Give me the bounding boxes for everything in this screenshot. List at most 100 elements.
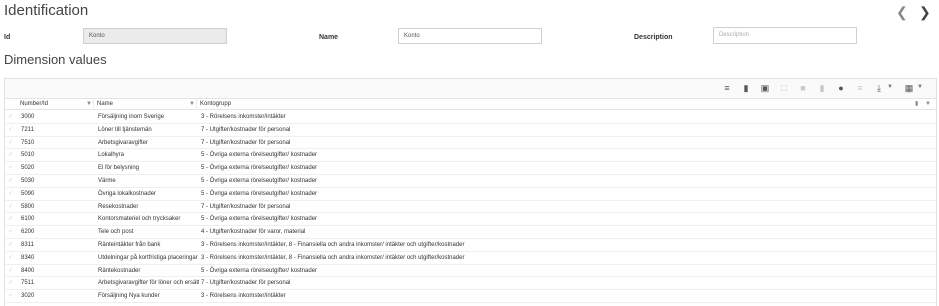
- cell-number: 6100: [21, 216, 35, 223]
- cell-number: 8311: [21, 242, 34, 248]
- cell-number: 3020: [21, 293, 35, 300]
- cell-name: Utdelningar på kortfristiga placeringar: [98, 254, 198, 261]
- column-header-kontogrupp[interactable]: Kontogrupp: [197, 99, 897, 110]
- cell-name: Värme: [98, 178, 116, 184]
- cell-name: Tele och post: [98, 229, 134, 236]
- chevron-left-icon[interactable]: ❮: [896, 4, 908, 21]
- description-label: Description: [634, 34, 673, 41]
- filter-icon[interactable]: ▼: [189, 99, 195, 110]
- grid-toolbar: ≡ ▮ ▣ □ ■ ▮ ● ≡ ⤓ ▼ ▦ ▼: [5, 79, 936, 99]
- info-icon[interactable]: ●: [836, 83, 846, 93]
- cell-number: 6200: [21, 229, 35, 236]
- cell-kontogrupp: 3 - Rörelsens inkomster/intäkter: [201, 114, 286, 120]
- row-check-icon[interactable]: ✓: [8, 124, 13, 136]
- columns-icon[interactable]: ▦: [904, 83, 914, 93]
- column-header-name[interactable]: Name: [94, 99, 197, 110]
- table-row[interactable]: ✓ 3000 Försäljning inom Sverige 3 - Rörelse…: [5, 111, 936, 124]
- table-row[interactable]: ✓ 8311 Ränteintäkter från bank 3 - Rörelsen…: [5, 239, 936, 252]
- table-row[interactable]: ✓ 5800 Resekostnader 7 - Utgifter/kostnader…: [5, 201, 936, 214]
- cell-kontogrupp: 7 - Utgifter/kostnader för personal: [201, 280, 291, 287]
- table-row[interactable]: ✓ 7510 Arbetsgivaravgifter 7 - Utgifter/kos…: [5, 137, 936, 150]
- row-check-icon[interactable]: ✓: [8, 239, 13, 251]
- cell-name: Försäljning Nya kunder: [98, 293, 160, 300]
- table-row[interactable]: ✓ 6200 Tele och post 4 - Utgifter/kostnader…: [5, 226, 936, 239]
- cell-name: Arbetsgivaravgifter för löner och ersätt…: [98, 280, 199, 287]
- cell-name: Resekostnader: [98, 203, 139, 210]
- cell-name: El för belysning: [98, 165, 140, 172]
- cell-number: 7211: [21, 126, 34, 133]
- cell-number: 7510: [21, 139, 35, 146]
- row-check-icon[interactable]: ✓: [8, 162, 13, 174]
- new-document-icon[interactable]: ▮: [741, 83, 751, 93]
- filter-icon[interactable]: ▼: [925, 99, 931, 110]
- cell-number: 5800: [21, 203, 35, 210]
- dimension-values-title: Dimension values: [4, 52, 107, 67]
- chevron-right-icon[interactable]: ❯: [919, 4, 931, 21]
- cell-number: 7511: [21, 280, 34, 287]
- cell-kontogrupp: 5 - Övriga externa rörelseutgifter/ kost…: [201, 178, 318, 184]
- row-check-icon[interactable]: ✓: [8, 265, 13, 277]
- row-check-icon[interactable]: ✓: [8, 201, 13, 213]
- row-check-icon[interactable]: ✓: [8, 175, 13, 187]
- cell-kontogrupp: 7 - Utgifter/kostnader för personal: [201, 203, 291, 210]
- columns-caret-icon[interactable]: ▼: [917, 84, 923, 90]
- id-field[interactable]: Konto: [83, 28, 227, 44]
- table-row[interactable]: ✓ 5010 Lokalhyra 5 - Övriga externa rörelse…: [5, 149, 936, 163]
- description-field[interactable]: Description: [713, 27, 857, 44]
- cell-kontogrupp: 3 - Rörelsens inkomster/intäkter, 8 - Fi…: [201, 242, 465, 248]
- row-check-icon[interactable]: ✓: [8, 213, 13, 225]
- cell-kontogrupp: 7 - Utgifter/kostnader för personal: [201, 126, 291, 133]
- cell-name: Lokalhyra: [98, 152, 125, 159]
- name-label: Name: [319, 34, 339, 41]
- select-icon[interactable]: ▣: [760, 83, 770, 93]
- table-row[interactable]: ✓ 7211 Löner till tjänstemän 7 - Utgifter/k…: [5, 124, 936, 137]
- row-check-icon[interactable]: ✓: [8, 137, 13, 149]
- cell-kontogrupp: 5 - Övriga externa rörelseutgifter/ kost…: [201, 216, 318, 223]
- cell-kontogrupp: 5 - Övriga externa rörelseutgifter/ kost…: [201, 152, 318, 159]
- table-row[interactable]: ✓ 3020 Försäljning Nya kunder 3 - Rörelsens…: [5, 290, 936, 303]
- cell-name: Övriga lokalkostnader: [98, 190, 157, 197]
- cell-kontogrupp: 4 - Utgifter/kostnader för varor, materi…: [201, 229, 306, 236]
- table-row[interactable]: ✓ 5020 El för belysning 5 - Övriga externa …: [5, 162, 936, 175]
- cell-name: Ränteintäkter från bank: [98, 242, 161, 248]
- row-check-icon[interactable]: ✓: [8, 290, 13, 302]
- id-label: Id: [4, 34, 11, 41]
- column-header-number[interactable]: Number/Id: [17, 99, 94, 110]
- cell-name: Löner till tjänstemän: [98, 126, 152, 133]
- table-row[interactable]: ✓ 7511 Arbetsgivaravgifter för löner och e…: [5, 277, 936, 291]
- export-icon[interactable]: ▮: [915, 99, 918, 110]
- table-row[interactable]: ✓ 8400 Räntekostnader 5 - Övriga externa rö…: [5, 265, 936, 278]
- row-check-icon[interactable]: ✓: [8, 252, 13, 264]
- table-row[interactable]: ✓ 5030 Värme 5 - Övriga externa rörelseutgi…: [5, 175, 936, 188]
- identification-title: Identification: [4, 2, 89, 19]
- delete-icon[interactable]: ▮: [817, 83, 827, 93]
- cell-number: 5090: [21, 190, 35, 197]
- cell-kontogrupp: 5 - Övriga externa rörelseutgifter/ kost…: [201, 190, 318, 197]
- cell-number: 8340: [21, 254, 35, 261]
- cell-kontogrupp: 3 - Rörelsens inkomster/intäkter: [201, 293, 286, 300]
- table-row[interactable]: ✓ 8340 Utdelningar på kortfristiga placeri…: [5, 252, 936, 265]
- cell-kontogrupp: 5 - Övriga externa rörelseutgifter/ kost…: [201, 267, 318, 274]
- edit-icon[interactable]: □: [779, 83, 789, 93]
- filter-icon[interactable]: ▼: [86, 99, 92, 110]
- cell-kontogrupp: 5 - Övriga externa rörelseutgifter/ kost…: [201, 165, 318, 172]
- table-row[interactable]: ✓ 6100 Kontorsmateriel och trycksaker 5 - Ö…: [5, 213, 936, 227]
- cell-number: 3000: [21, 114, 35, 120]
- download-icon[interactable]: ⤓: [874, 83, 884, 93]
- cell-number: 5010: [21, 152, 35, 159]
- cell-name: Kontorsmateriel och trycksaker: [98, 216, 181, 223]
- row-check-icon[interactable]: ✓: [8, 188, 13, 200]
- row-check-icon[interactable]: ✓: [8, 111, 13, 123]
- save-icon[interactable]: ■: [798, 83, 808, 93]
- row-check-icon[interactable]: ✓: [8, 149, 13, 161]
- table-row[interactable]: ✓ 5090 Övriga lokalkostnader 5 - Övriga ext…: [5, 188, 936, 201]
- row-check-icon[interactable]: ✓: [8, 226, 13, 238]
- cell-name: Försäljning inom Sverige: [98, 114, 165, 120]
- add-row-icon[interactable]: ≡: [722, 83, 732, 93]
- download-caret-icon[interactable]: ▼: [887, 84, 893, 90]
- row-check-icon[interactable]: ✓: [8, 277, 13, 289]
- name-field[interactable]: Konto: [398, 28, 542, 44]
- cell-kontogrupp: 3 - Rörelsens inkomster/intäkter, 8 - Fi…: [201, 254, 465, 261]
- grid-header: Number/Id ▼ Name ▼ Kontogrupp ▮ ▼: [5, 99, 936, 110]
- sort-icon[interactable]: ≡: [855, 83, 865, 93]
